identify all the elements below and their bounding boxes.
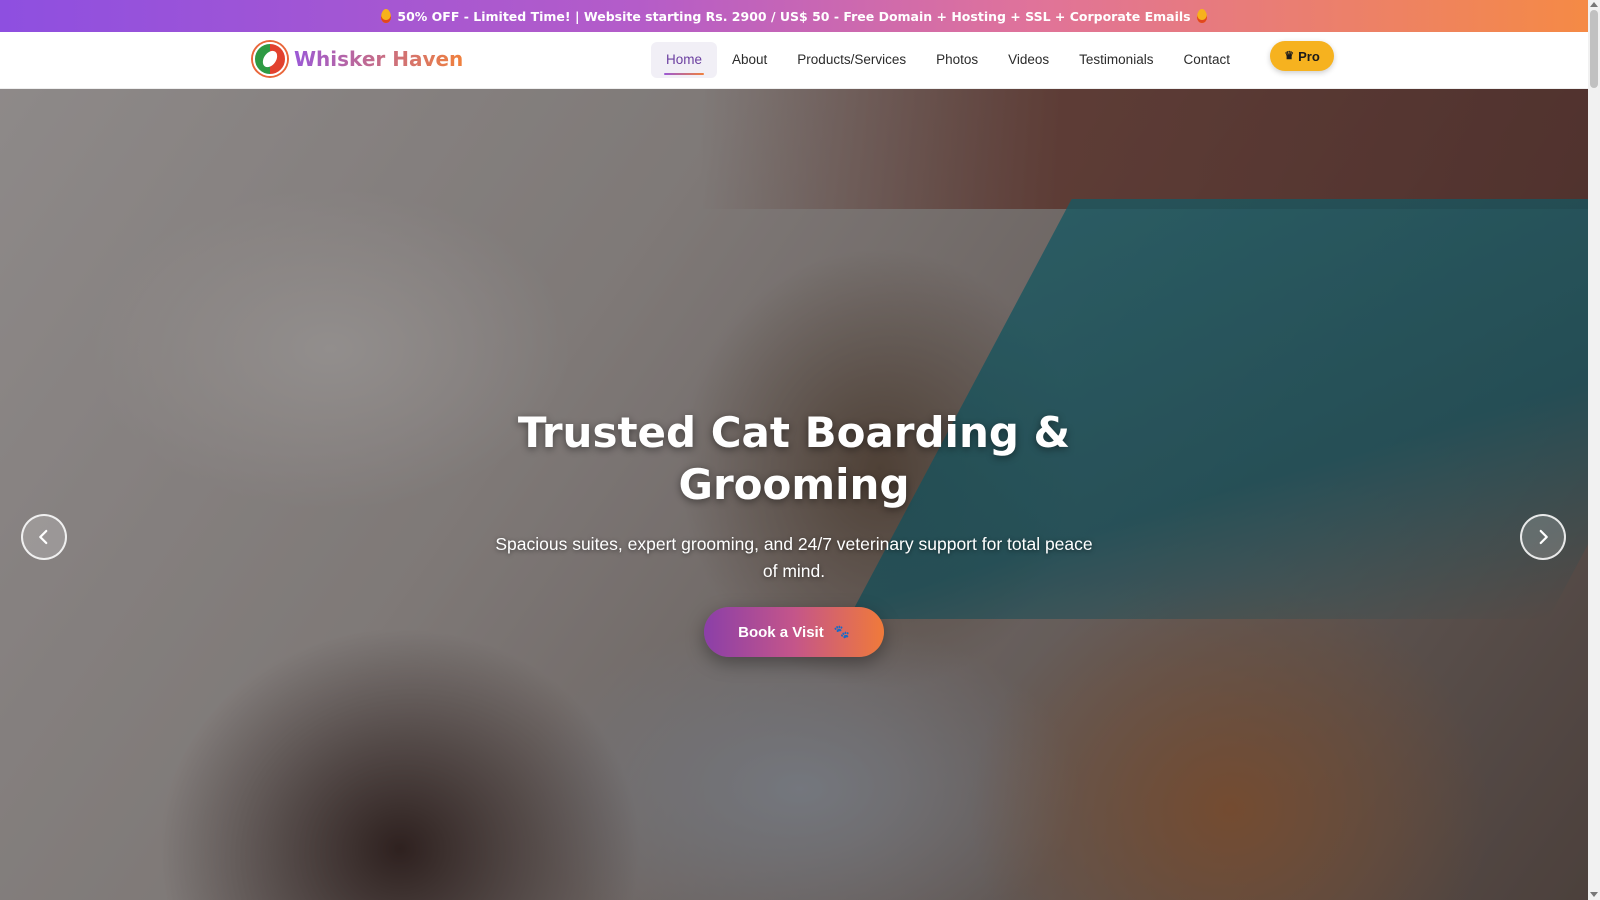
main-nav: Home About Products/Services Photos Vide… — [651, 42, 1245, 78]
nav-item-photos[interactable]: Photos — [921, 42, 993, 78]
paw-icon: 🐾 — [833, 624, 850, 639]
book-visit-button[interactable]: Book a Visit 🐾 — [704, 607, 884, 657]
brand-name: Whisker Haven — [294, 47, 464, 71]
pro-label: Pro — [1298, 48, 1320, 64]
nav-item-home[interactable]: Home — [651, 42, 718, 78]
promo-text: 50% OFF - Limited Time! | Website starti… — [397, 8, 1191, 24]
slider-next-button[interactable] — [1520, 514, 1566, 560]
crown-icon: ♛ — [1284, 49, 1295, 62]
pro-button[interactable]: ♛ Pro — [1270, 41, 1334, 71]
nav-item-products-services[interactable]: Products/Services — [782, 42, 921, 78]
nav-item-videos[interactable]: Videos — [993, 42, 1064, 78]
hero-content: Trusted Cat Boarding & Grooming Spacious… — [444, 407, 1144, 657]
page-scrollbar[interactable] — [1588, 0, 1600, 900]
logo-icon — [253, 42, 287, 76]
book-visit-label: Book a Visit — [738, 623, 824, 641]
hero-slider: Trusted Cat Boarding & Grooming Spacious… — [0, 89, 1588, 900]
scroll-up-arrow-icon[interactable] — [1590, 2, 1598, 7]
nav-item-about[interactable]: About — [717, 42, 782, 78]
brand-link[interactable]: Whisker Haven — [253, 42, 463, 76]
nav-item-testimonials[interactable]: Testimonials — [1064, 42, 1168, 78]
promo-banner: 50% OFF - Limited Time! | Website starti… — [0, 0, 1588, 32]
hero-subtitle: Spacious suites, expert grooming, and 24… — [495, 534, 1093, 581]
hero-title: Trusted Cat Boarding & Grooming — [517, 408, 1071, 509]
chevron-left-icon — [39, 529, 48, 545]
site-header: Whisker Haven Home About Products/Servic… — [0, 32, 1588, 89]
flame-icon — [381, 9, 392, 23]
chevron-right-icon — [1539, 529, 1548, 545]
nav-item-contact[interactable]: Contact — [1168, 42, 1245, 78]
slider-prev-button[interactable] — [21, 514, 67, 560]
scrollbar-thumb[interactable] — [1590, 10, 1598, 88]
flame-icon — [1196, 9, 1207, 23]
scroll-down-arrow-icon[interactable] — [1590, 892, 1598, 897]
